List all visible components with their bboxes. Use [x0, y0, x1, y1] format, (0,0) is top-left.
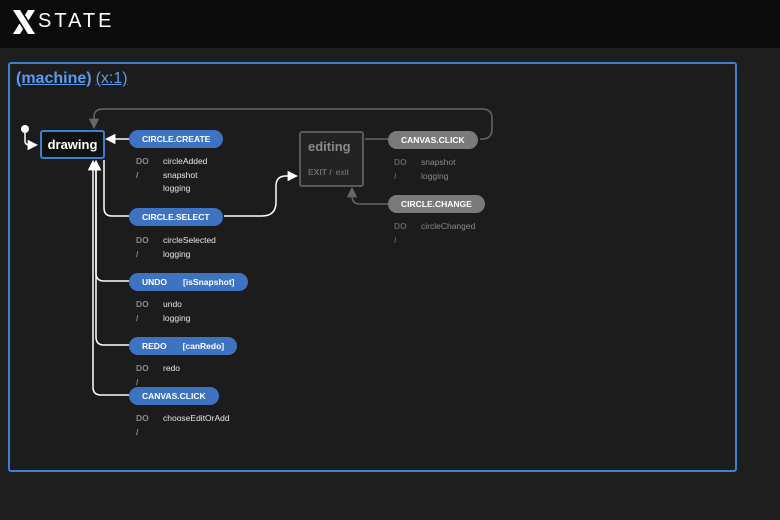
event-redo-button[interactable]: REDO [canRedo] — [129, 337, 238, 355]
guard-is-snapshot: [isSnapshot] — [183, 277, 235, 287]
event-canvas-click-button[interactable]: CANVAS.CLICK — [129, 387, 219, 405]
edge-circle-select-start — [103, 160, 129, 217]
initial-state-marker — [21, 125, 39, 151]
state-drawing[interactable]: drawing — [40, 130, 105, 159]
state-editing-title: editing — [308, 139, 351, 154]
event-undo-button[interactable]: UNDO [isSnapshot] — [129, 273, 248, 291]
event-editing-canvas-click-button[interactable]: CANVAS.CLICK — [388, 131, 478, 149]
edge-undo — [90, 159, 129, 282]
transition-edges — [21, 108, 493, 396]
edge-circle-select-end — [224, 170, 299, 217]
state-editing-exit-action: EXIT / exit — [308, 167, 349, 177]
edge-redo — [90, 159, 129, 346]
state-editing[interactable]: editing EXIT / exit — [299, 131, 364, 187]
event-circle-select-button[interactable]: CIRCLE.SELECT — [129, 208, 223, 226]
event-circle-create-button[interactable]: CIRCLE.CREATE — [129, 130, 224, 148]
guard-can-redo: [canRedo] — [182, 341, 225, 351]
edge-circle-change — [346, 186, 388, 205]
event-circle-change-button[interactable]: CIRCLE.CHANGE — [388, 195, 485, 213]
